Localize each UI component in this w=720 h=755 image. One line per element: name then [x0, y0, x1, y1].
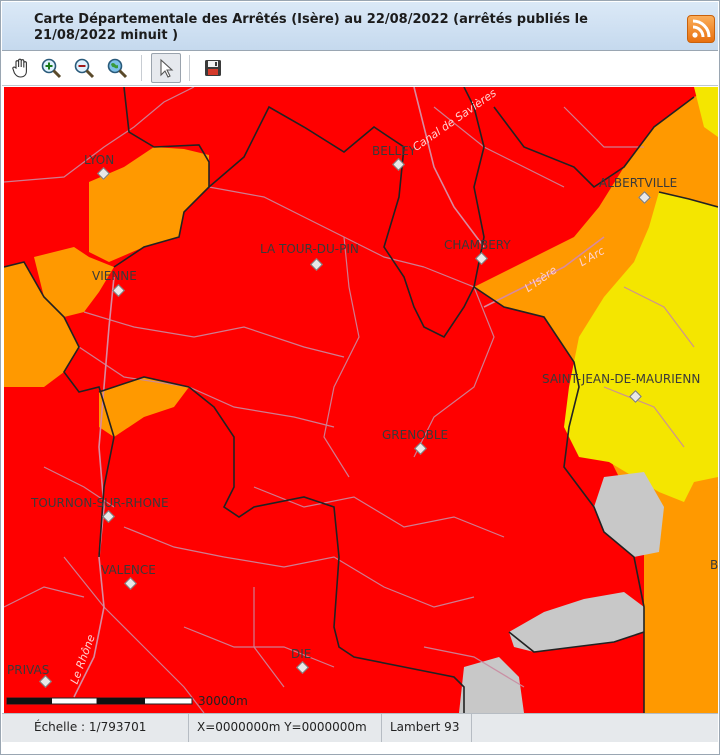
- toolbar-separator: [189, 55, 190, 81]
- city-label-chambery: CHAMBERY: [444, 238, 511, 252]
- zoom-out-icon[interactable]: [69, 53, 99, 83]
- zoom-extent-globe-icon[interactable]: [102, 53, 132, 83]
- map-title: Carte Départementale des Arrêtés (Isère)…: [34, 12, 588, 43]
- city-label-saint-jean-de-maurienne: SAINT-JEAN-DE-MAURIENN: [542, 372, 701, 386]
- map-toolbar: [2, 51, 718, 86]
- toolbar-separator: [141, 55, 142, 81]
- hand-pan-icon[interactable]: [6, 53, 36, 83]
- city-label-valence: VALENCE: [101, 563, 156, 577]
- city-label-belley: BELLEY: [372, 144, 417, 158]
- save-floppy-icon[interactable]: [198, 53, 228, 83]
- title-bar: Carte Départementale des Arrêtés (Isère)…: [2, 2, 718, 51]
- city-label-privas: PRIVAS: [7, 663, 50, 677]
- projection-readout: Lambert 93: [382, 714, 472, 742]
- scale-bar-label: 30000m: [198, 694, 248, 708]
- city-label-grenoble: GRENOBLE: [382, 428, 449, 442]
- rss-feed-icon[interactable]: [687, 15, 715, 43]
- city-label-la-tour-du-pin: LA TOUR-DU-PIN: [260, 242, 359, 256]
- city-label-albertville: ALBERTVILLE: [599, 176, 678, 190]
- map-window: Carte Départementale des Arrêtés (Isère)…: [0, 0, 720, 755]
- city-label-lyon: LYON: [84, 153, 115, 167]
- map-canvas[interactable]: LYON BELLEY ALBERTVILLE LA TOUR-DU-PIN C…: [4, 87, 718, 713]
- scale-bar: [6, 697, 193, 705]
- zoom-in-icon[interactable]: [36, 53, 66, 83]
- status-bar: Échelle : 1/793701 X=0000000m Y=0000000m…: [2, 713, 718, 742]
- city-label-tournon-sur-rhone: TOURNON-SUR-RHONE: [31, 496, 169, 510]
- city-label-vienne: VIENNE: [92, 269, 137, 283]
- coordinates-readout: X=0000000m Y=0000000m: [189, 714, 382, 742]
- pointer-select-icon[interactable]: [151, 53, 181, 83]
- city-label-die: DIE: [291, 647, 312, 661]
- scale-readout: Échelle : 1/793701: [2, 714, 189, 742]
- city-label-partial: B: [710, 558, 718, 572]
